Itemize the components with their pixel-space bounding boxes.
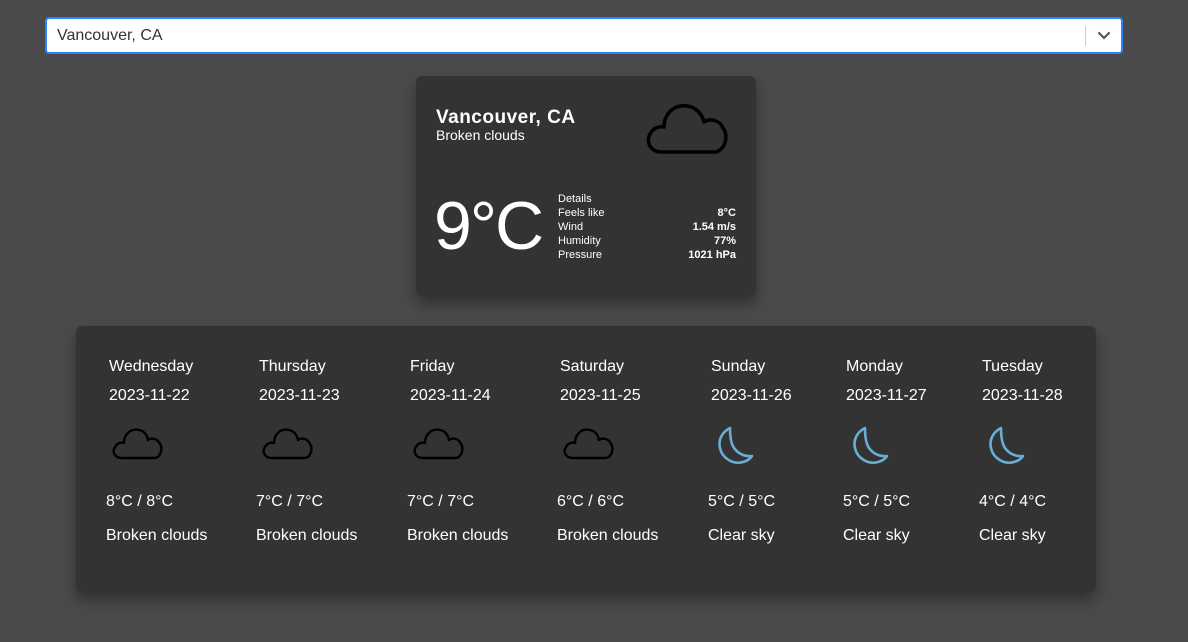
forecast-temp: 7°C / 7°C	[256, 493, 324, 510]
forecast-date: 2023-11-28	[982, 387, 1063, 404]
forecast-date: 2023-11-24	[410, 387, 491, 404]
forecast-description: Clear sky	[843, 527, 910, 544]
forecast-temp: 7°C / 7°C	[407, 493, 475, 510]
current-city: Vancouver, CA	[436, 107, 576, 128]
detail-label: Pressure	[558, 249, 603, 261]
moon-icon	[713, 424, 757, 473]
detail-row-wind: Wind 1.54 m/s	[558, 220, 736, 234]
forecast-description: Broken clouds	[106, 527, 208, 544]
forecast-day-name: Sunday	[711, 358, 766, 375]
forecast-temp: 5°C / 5°C	[708, 493, 776, 510]
forecast-description: Broken clouds	[256, 527, 358, 544]
forecast-description: Broken clouds	[557, 527, 659, 544]
detail-label: Humidity	[558, 235, 601, 247]
forecast-temp: 5°C / 5°C	[843, 493, 911, 510]
forecast-temp: 8°C / 8°C	[106, 493, 174, 510]
chevron-down-icon[interactable]	[1086, 19, 1121, 52]
detail-row-humidity: Humidity 77%	[558, 234, 736, 248]
forecast-date: 2023-11-26	[711, 387, 792, 404]
detail-label: Feels like	[558, 207, 605, 219]
cloud-icon	[562, 424, 614, 465]
cloud-icon	[412, 424, 464, 465]
forecast-description: Clear sky	[708, 527, 775, 544]
moon-icon	[984, 424, 1028, 473]
details-panel: Details Feels like 8°C Wind 1.54 m/s Hum…	[558, 192, 736, 262]
cloud-icon	[261, 424, 313, 465]
forecast-day-name: Tuesday	[982, 358, 1043, 375]
detail-value: 1.54 m/s	[692, 221, 736, 233]
city-search-value[interactable]: Vancouver, CA	[47, 27, 1085, 45]
forecast-panel: Wednesday 2023-11-22 8°C / 8°C Broken cl…	[76, 326, 1096, 592]
forecast-day-name: Friday	[410, 358, 455, 375]
cloud-icon	[111, 424, 163, 465]
detail-row-feels-like: Feels like 8°C	[558, 206, 736, 220]
forecast-day-name: Thursday	[259, 358, 326, 375]
cloud-icon	[644, 96, 730, 161]
forecast-day-name: Saturday	[560, 358, 625, 375]
current-weather-card: Vancouver, CA Broken clouds 9°C Details …	[416, 76, 756, 296]
forecast-date: 2023-11-25	[560, 387, 641, 404]
detail-value: 77%	[713, 235, 736, 247]
city-search-select[interactable]: Vancouver, CA	[45, 17, 1123, 54]
moon-icon	[848, 424, 892, 473]
detail-label: Wind	[558, 221, 584, 233]
forecast-day-name: Monday	[846, 358, 903, 375]
current-description: Broken clouds	[436, 127, 525, 143]
forecast-day-name: Wednesday	[109, 358, 194, 375]
forecast-date: 2023-11-27	[846, 387, 927, 404]
forecast-temp: 4°C / 4°C	[979, 493, 1047, 510]
forecast-description: Broken clouds	[407, 527, 509, 544]
forecast-date: 2023-11-23	[259, 387, 340, 404]
detail-value: 1021 hPa	[688, 249, 736, 261]
forecast-date: 2023-11-22	[109, 387, 190, 404]
detail-row-pressure: Pressure 1021 hPa	[558, 248, 736, 262]
details-label: Details	[558, 193, 592, 205]
current-temperature: 9°C	[434, 188, 544, 264]
forecast-temp: 6°C / 6°C	[557, 493, 625, 510]
detail-value: 8°C	[717, 207, 736, 219]
forecast-description: Clear sky	[979, 527, 1046, 544]
